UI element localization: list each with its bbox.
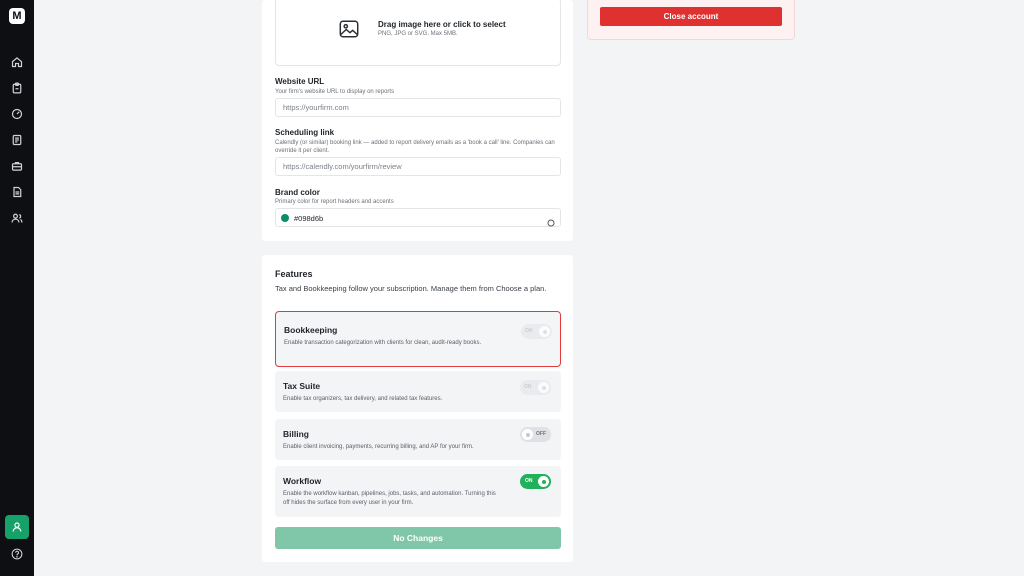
tax-suite-toggle[interactable]: ON bbox=[520, 380, 551, 395]
feature-workflow[interactable]: Workflow Enable the workflow kanban, pip… bbox=[275, 466, 561, 517]
features-card: Features Tax and Bookkeeping follow your… bbox=[262, 255, 573, 562]
branding-card: Drag image here or click to select PNG, … bbox=[262, 0, 573, 241]
dropzone-subtitle: PNG, JPG or SVG. Max 5MB. bbox=[378, 31, 458, 37]
feature-billing[interactable]: Billing Enable client invoicing, payment… bbox=[275, 419, 561, 460]
feature-bookkeeping[interactable]: Bookkeeping Enable transaction categoriz… bbox=[275, 311, 561, 367]
file-text-icon[interactable] bbox=[9, 184, 25, 200]
app-logo[interactable]: M bbox=[9, 8, 25, 24]
feature-description: Enable tax organizers, tax delivery, and… bbox=[283, 396, 443, 402]
color-swatch[interactable] bbox=[281, 214, 289, 222]
help-circle-icon[interactable] bbox=[11, 547, 23, 560]
feature-name: Bookkeeping bbox=[284, 325, 338, 335]
feature-tax-suite[interactable]: Tax Suite Enable tax organizers, tax del… bbox=[275, 371, 561, 412]
home-icon[interactable] bbox=[9, 54, 25, 70]
close-account-button[interactable]: Close account bbox=[600, 7, 782, 26]
toggle-state: ON bbox=[525, 328, 533, 334]
workflow-toggle[interactable]: ON bbox=[520, 474, 551, 489]
sidebar: M bbox=[0, 0, 34, 576]
toggle-knob bbox=[539, 326, 550, 337]
feature-description: Enable client invoicing, payments, recur… bbox=[283, 444, 474, 450]
toggle-state: ON bbox=[524, 384, 532, 390]
logo-dropzone[interactable]: Drag image here or click to select PNG, … bbox=[275, 0, 561, 66]
briefcase-icon[interactable] bbox=[9, 158, 25, 174]
feature-description: Enable the workflow kanban, pipelines, j… bbox=[283, 491, 496, 506]
toggle-knob bbox=[538, 476, 549, 487]
website-input[interactable] bbox=[275, 98, 561, 117]
features-description: Tax and Bookkeeping follow your subscrip… bbox=[275, 284, 547, 293]
scheduling-label: Scheduling link bbox=[275, 128, 335, 137]
brand-color-value: #098d6b bbox=[294, 214, 324, 223]
website-label: Website URL bbox=[275, 77, 325, 86]
toggle-knob bbox=[522, 429, 533, 440]
bookkeeping-toggle[interactable]: ON bbox=[521, 324, 552, 339]
color-picker-icon[interactable] bbox=[547, 214, 555, 227]
feature-name: Workflow bbox=[283, 476, 322, 486]
toggle-state: OFF bbox=[536, 431, 546, 437]
feature-name: Billing bbox=[283, 429, 309, 439]
clipboard-icon[interactable] bbox=[9, 80, 25, 96]
feature-name: Tax Suite bbox=[283, 381, 321, 391]
brand-color-label: Brand color bbox=[275, 188, 320, 197]
gauge-icon[interactable] bbox=[9, 106, 25, 122]
scheduling-input[interactable] bbox=[275, 157, 561, 176]
dropzone-title: Drag image here or click to select bbox=[378, 20, 506, 29]
document-icon[interactable] bbox=[9, 132, 25, 148]
save-changes-button[interactable]: No Changes bbox=[275, 527, 561, 549]
feature-description: Enable transaction categorization with c… bbox=[284, 340, 482, 346]
website-help: Your firm's website URL to display on re… bbox=[275, 89, 395, 95]
billing-toggle[interactable]: OFF bbox=[520, 427, 551, 442]
toggle-knob bbox=[538, 382, 549, 393]
danger-zone-card: Close account bbox=[587, 0, 795, 40]
brand-color-field[interactable]: #098d6b bbox=[275, 208, 561, 227]
brand-color-help: Primary color for report headers and acc… bbox=[275, 199, 394, 205]
toggle-state: ON bbox=[525, 478, 533, 484]
profile-button[interactable] bbox=[5, 515, 29, 539]
features-title: Features bbox=[275, 269, 313, 279]
users-icon[interactable] bbox=[9, 210, 25, 226]
scheduling-help: Calendly (or similar) booking link — add… bbox=[275, 140, 555, 154]
image-icon bbox=[338, 18, 360, 40]
user-icon bbox=[12, 522, 22, 532]
